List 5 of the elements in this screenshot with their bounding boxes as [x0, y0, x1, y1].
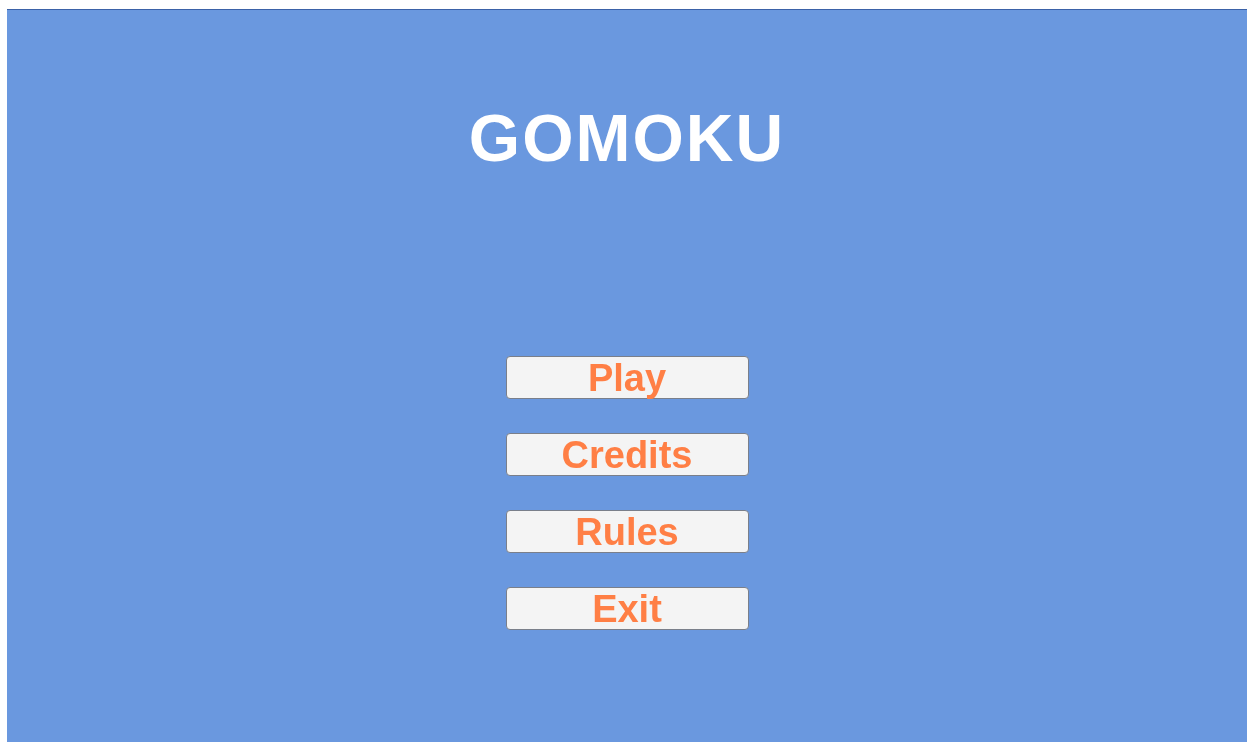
menu-button[interactable]: Credits [505, 433, 749, 476]
menu-button[interactable]: Play [505, 356, 749, 399]
menu-button[interactable]: Exit [505, 587, 749, 630]
menu-button[interactable]: Rules [505, 510, 749, 553]
game-title: GOMOKU [468, 102, 786, 174]
